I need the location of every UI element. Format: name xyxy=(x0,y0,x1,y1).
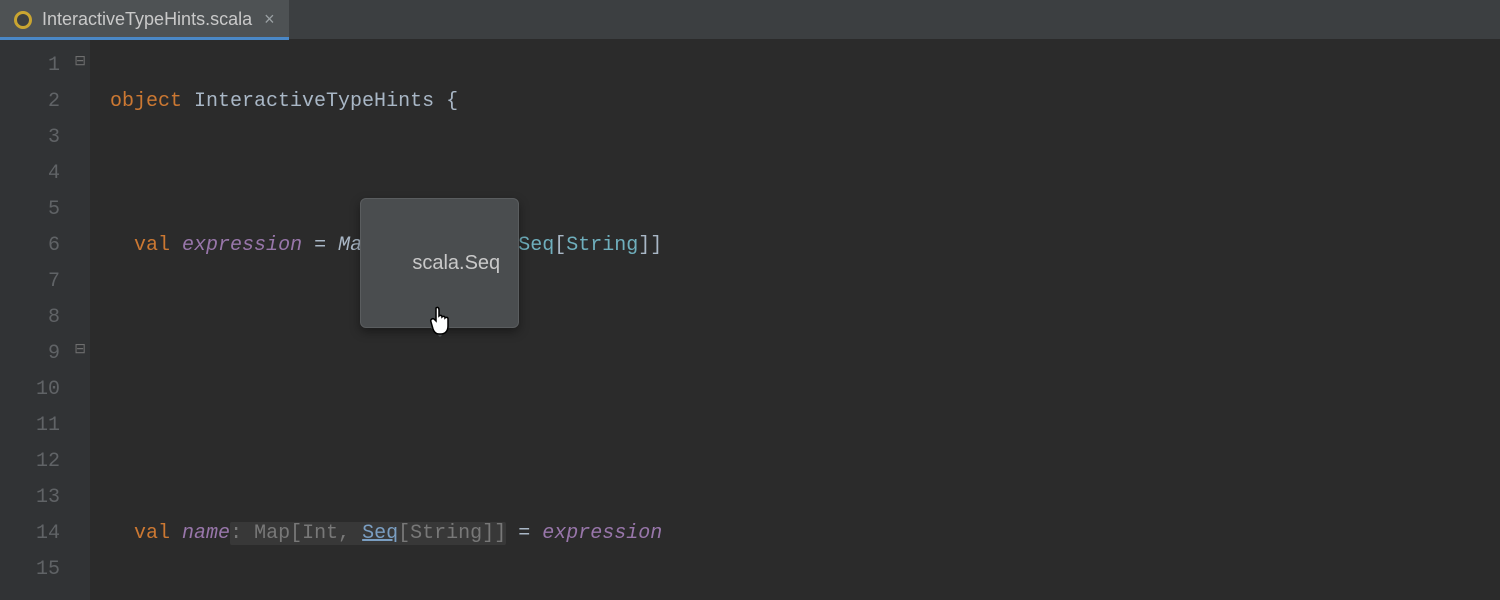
bracket: ]] xyxy=(638,234,662,257)
equals: = xyxy=(302,234,338,257)
keyword-object: object xyxy=(110,90,182,113)
class-name: InteractiveTypeHints xyxy=(194,90,434,113)
gutter: 1 2 3 4 5 6 7 8 9 10 11 12 13 14 15 ⊟ ⊟ xyxy=(0,40,90,600)
fold-column: ⊟ ⊟ xyxy=(72,40,90,600)
type-hint-bracket: [ xyxy=(290,522,302,545)
brace-open: { xyxy=(434,90,458,113)
fold-start-icon[interactable]: ⊟ xyxy=(74,56,86,68)
code-line[interactable]: val name: Map[Int, Seq[String]] = expres… xyxy=(110,516,1500,552)
identifier-name: name xyxy=(182,522,230,545)
type-hint-seq-link[interactable]: Seq xyxy=(362,522,398,545)
type-seq: Seq xyxy=(518,234,554,257)
keyword-val: val xyxy=(134,234,170,257)
code-line[interactable]: object InteractiveTypeHints { xyxy=(110,84,1500,120)
code-area[interactable]: object InteractiveTypeHints { val expres… xyxy=(90,40,1500,600)
type-hint-map[interactable]: Map xyxy=(254,522,290,545)
close-icon[interactable]: × xyxy=(262,9,277,30)
keyword-val: val xyxy=(134,522,170,545)
type-string: String xyxy=(566,234,638,257)
scala-file-icon xyxy=(14,11,32,29)
equals: = xyxy=(506,522,542,545)
code-line[interactable] xyxy=(110,156,1500,192)
tab-filename: InteractiveTypeHints.scala xyxy=(42,9,252,30)
code-line[interactable] xyxy=(110,444,1500,480)
editor-area: 1 2 3 4 5 6 7 8 9 10 11 12 13 14 15 ⊟ ⊟ … xyxy=(0,40,1500,600)
type-hint-bracket: ]] xyxy=(482,522,506,545)
code-line[interactable] xyxy=(110,588,1500,600)
identifier-expression: expression xyxy=(182,234,302,257)
tab-bar: InteractiveTypeHints.scala × xyxy=(0,0,1500,40)
code-line[interactable] xyxy=(110,300,1500,336)
type-hint-bracket: [ xyxy=(398,522,410,545)
fold-end-icon[interactable]: ⊟ xyxy=(74,344,86,356)
file-tab[interactable]: InteractiveTypeHints.scala × xyxy=(0,0,289,39)
tooltip-text: scala.Seq xyxy=(412,252,500,274)
identifier-expression-ref: expression xyxy=(542,522,662,545)
type-hint-comma: , xyxy=(338,522,362,545)
bracket: [ xyxy=(554,234,566,257)
type-hint-int[interactable]: Int xyxy=(302,522,338,545)
type-hint-colon: : xyxy=(230,522,254,545)
code-line[interactable]: val expression = Map.empty[Int, Seq[Stri… xyxy=(110,228,1500,264)
type-hint-string[interactable]: String xyxy=(410,522,482,545)
code-line[interactable] xyxy=(110,372,1500,408)
type-tooltip: scala.Seq xyxy=(360,198,519,328)
